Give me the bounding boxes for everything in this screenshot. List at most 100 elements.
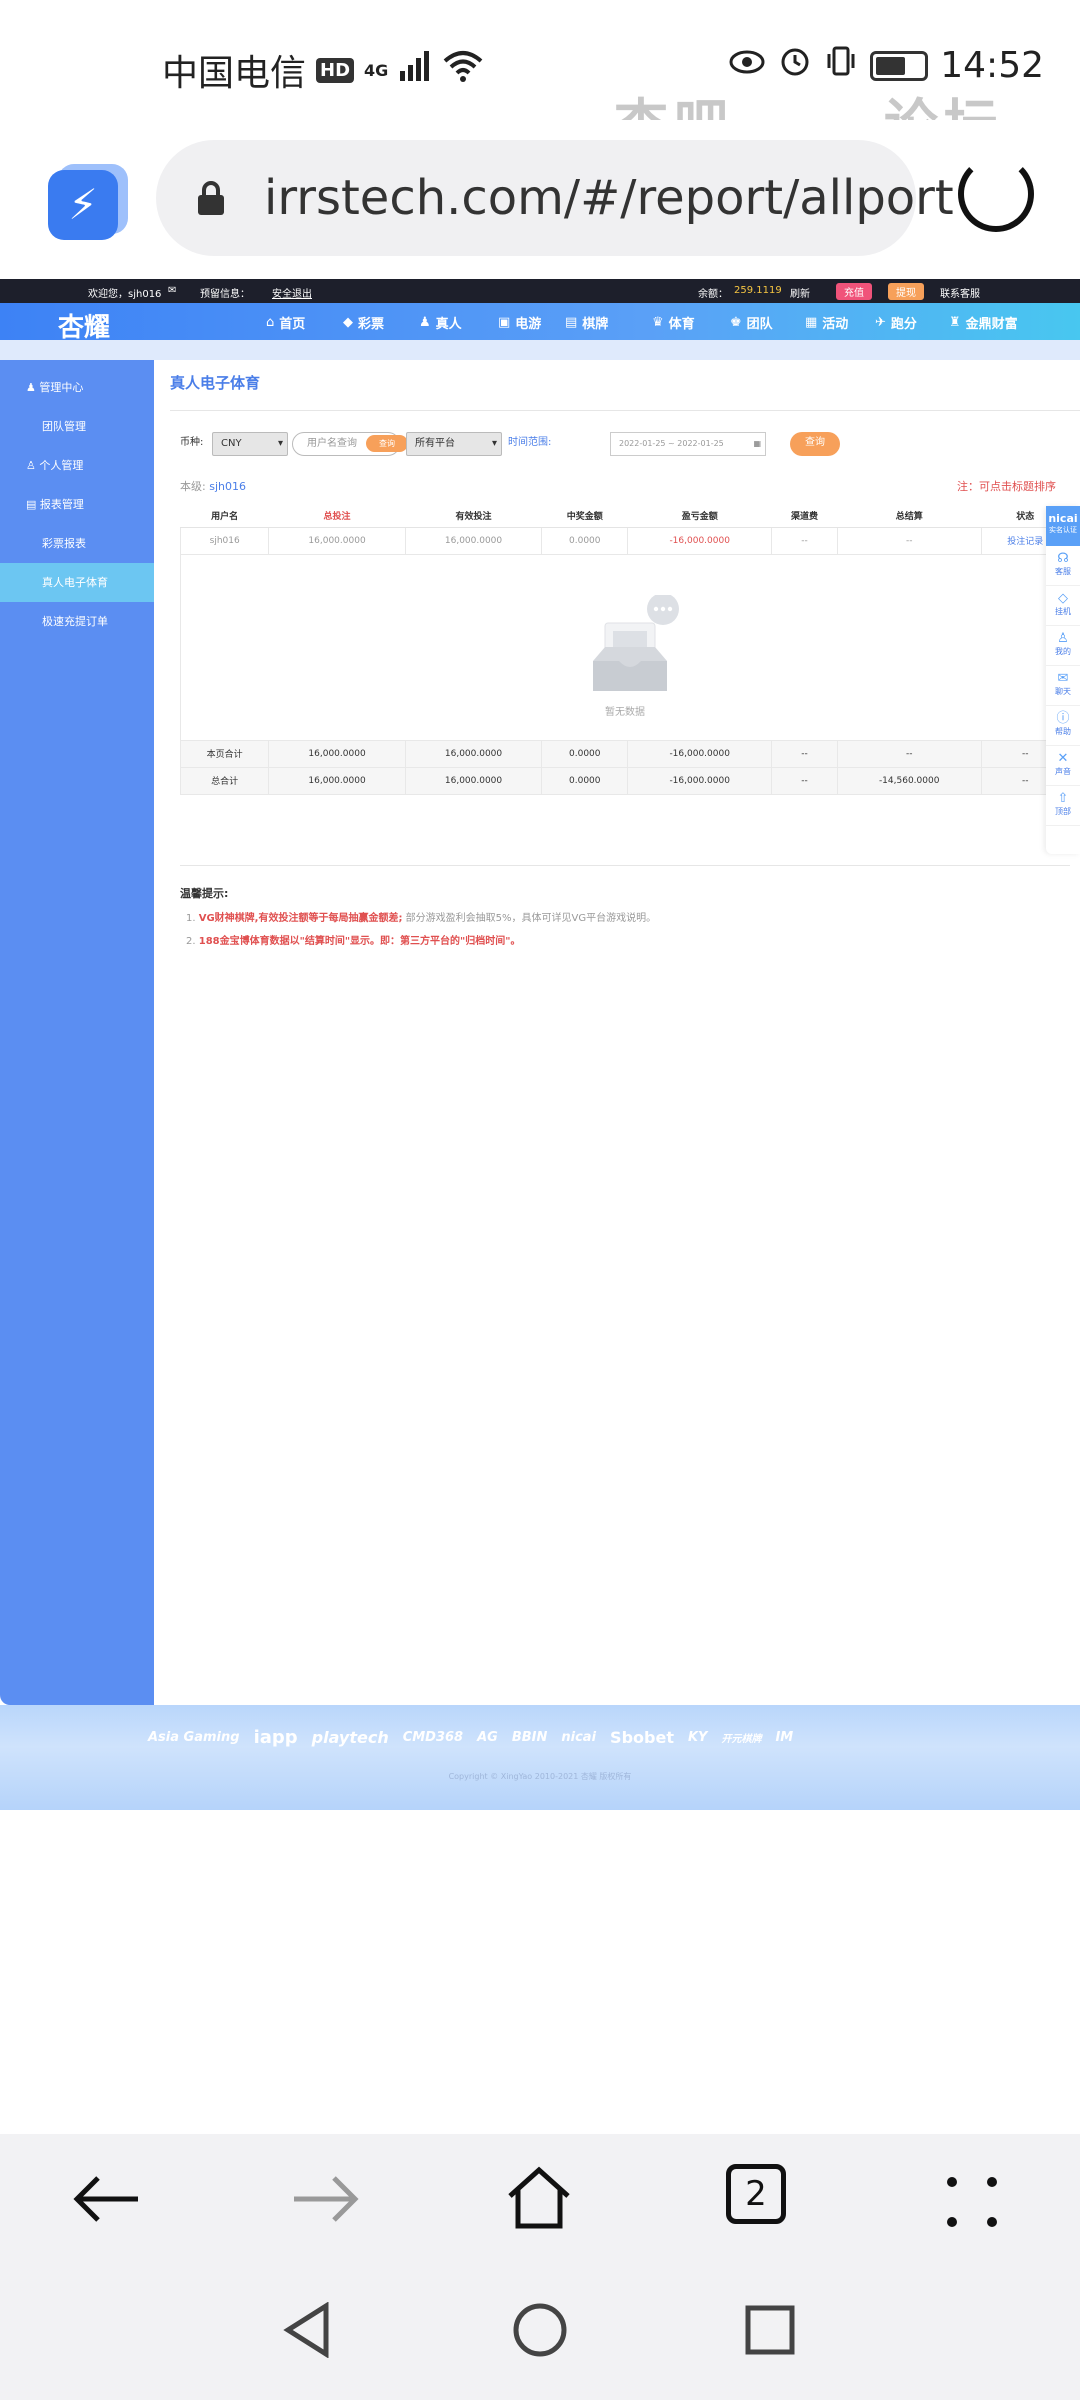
team-icon: ♚ (730, 315, 742, 330)
logo-ky: KY (687, 1730, 708, 1745)
sidebar-item-lottery-report[interactable]: 彩票报表 (0, 524, 154, 563)
chess-icon: ▤ (565, 315, 578, 330)
nav-team[interactable]: ♚ 团队 (730, 313, 773, 332)
browser-url-row: ⚡ irrstech.com/#/report/allport (0, 120, 1080, 280)
menu-dots-icon[interactable] (944, 2174, 1000, 2230)
back-arrow-icon[interactable] (72, 2174, 142, 2224)
sidebar-item-team-management[interactable]: 团队管理 (0, 407, 154, 446)
forward-arrow-icon[interactable] (290, 2174, 360, 2224)
grand-total-row: 总合计 16,000.0000 16,000.0000 0.0000 -16,0… (179, 766, 1071, 795)
url-text[interactable]: irrstech.com/#/report/allport (264, 170, 954, 226)
gift-icon: ▦ (805, 315, 818, 330)
empty-row: 暂无数据 (180, 553, 1070, 741)
table-row: sjh016 16,000.0000 16,000.0000 0.0000 -1… (179, 526, 1071, 555)
col-valid-bet[interactable]: 有效投注 (405, 505, 542, 528)
table-header-row: 用户名 总投注 有效投注 中奖金额 盈亏金额 渠道费 总结算 状态 (180, 505, 1070, 528)
sidebar-item-fast-orders[interactable]: 极速充提订单 (0, 602, 154, 641)
back-triangle-icon[interactable] (282, 2302, 332, 2358)
user-icon: ♙ (26, 459, 36, 472)
nav-sports[interactable]: ♛ 体育 (652, 313, 695, 332)
col-settlement[interactable]: 总结算 (837, 505, 982, 528)
carrier-label: 中国电信 (162, 53, 307, 94)
network-label: 4G (364, 60, 389, 80)
dock-chat-button[interactable]: ✉ 聊天 (1046, 666, 1080, 706)
logo-cmd368: CMD368 (402, 1730, 464, 1745)
logo-nicai: nicai (561, 1730, 597, 1745)
page-title: 真人电子体育 (170, 374, 261, 392)
empty-text: 暂无数据 (605, 706, 645, 718)
user-icon: ♙ (1057, 631, 1069, 646)
sidebar: ♟ 管理中心 团队管理 ♙ 个人管理 ▤ 报表管理 彩票报表 真人电子体育 极速… (0, 360, 154, 1705)
platform-select[interactable]: 所有平台 ▾ (406, 432, 502, 456)
current-user-link[interactable]: sjh016 (209, 480, 246, 493)
sidebar-item-live-esports[interactable]: 真人电子体育 (0, 563, 154, 602)
lightning-icon[interactable]: ⚡ (48, 170, 118, 240)
dock-service-button[interactable]: ☊ 客服 (1046, 546, 1080, 586)
dock-mine-button[interactable]: ♙ 我的 (1046, 626, 1080, 666)
nav-home[interactable]: ⌂ 首页 (266, 313, 305, 332)
nav-wealth[interactable]: ♜ 金鼎财富 (949, 313, 1018, 332)
logo-iapp: iapp (253, 1727, 298, 1748)
logo-bbin: BBIN (511, 1730, 548, 1745)
filter-bar: 币种: CNY ▾ 用户名查询 查询 所有平台 ▾ 时间范围: 2022-01-25… (180, 432, 1060, 456)
mute-icon: ✕ (1057, 751, 1069, 766)
balance-label: 余额： (698, 289, 728, 300)
home-icon[interactable] (506, 2166, 572, 2230)
trophy-icon: ♛ (652, 315, 664, 330)
sidebar-item-report-management[interactable]: ▤ 报表管理 (0, 485, 154, 524)
site-logo[interactable]: 杏耀 (58, 307, 110, 344)
copyright-text: Copyright © XingYao 2010-2021 杏耀 版权所有 (448, 1772, 632, 1781)
currency-select[interactable]: CNY ▾ (212, 432, 288, 456)
status-left: 中国电信 HD 4G (162, 44, 484, 96)
nav-lottery[interactable]: ◆ 彩票 (343, 313, 384, 332)
nav-egame[interactable]: ▣ 电游 (498, 313, 541, 332)
sidebar-item-personal-management[interactable]: ♙ 个人管理 (0, 446, 154, 485)
withdraw-button[interactable]: 提现 (888, 283, 924, 300)
main-content: 真人电子体育 币种: CNY ▾ 用户名查询 查询 所有平台 ▾ 时间范围: 202… (154, 360, 1080, 1705)
dock-sound-button[interactable]: ✕ 声音 (1046, 746, 1080, 786)
dock-hangup-button[interactable]: ◇ 挂机 (1046, 586, 1080, 626)
reload-icon[interactable] (958, 156, 1034, 232)
nav-activity[interactable]: ▦ 活动 (805, 313, 848, 332)
alarm-icon (778, 44, 812, 87)
tabs-count-button[interactable]: 2 (726, 2164, 786, 2224)
home-circle-icon[interactable] (512, 2302, 568, 2358)
dock-verify-button[interactable]: nicai 实名认证 (1046, 506, 1080, 546)
mail-icon[interactable]: ✉ (168, 285, 176, 296)
cell-label: 总合计 (179, 766, 270, 795)
dock-help-button[interactable]: ⓘ 帮助 (1046, 706, 1080, 746)
dock-top-button[interactable]: ⇧ 顶部 (1046, 786, 1080, 826)
search-button[interactable]: 查询 (790, 432, 840, 456)
help-icon: ⓘ (1056, 711, 1070, 726)
tips-section: 温馨提示: 1. VG财神棋牌,有效投注额等于每局抽赢金额差; 部分游戏盈利会抽… (180, 885, 656, 955)
wealth-icon: ♜ (949, 315, 961, 330)
nav-running[interactable]: ✈ 跑分 (875, 313, 917, 332)
refresh-link[interactable]: 刷新 (790, 285, 810, 300)
chevron-down-icon: ▾ (491, 438, 497, 449)
contact-support-link[interactable]: 联系客服 (940, 285, 980, 300)
recents-square-icon[interactable] (744, 2304, 796, 2356)
col-total-bet[interactable]: 总投注 (268, 505, 406, 528)
title-divider (170, 410, 1080, 411)
username-search-button[interactable]: 查询 (366, 435, 408, 452)
plane-icon: ✈ (875, 315, 886, 330)
nav-chess[interactable]: ▤ 棋牌 (565, 313, 608, 332)
date-range-input[interactable]: 2022-01-25 ~ 2022-01-25 ▦ (610, 432, 766, 456)
time-range-label: 时间范围: (508, 437, 552, 448)
vibrate-icon (824, 44, 858, 87)
sidebar-item-management-center[interactable]: ♟ 管理中心 (0, 368, 154, 407)
col-winning[interactable]: 中奖金额 (541, 505, 628, 528)
col-profit-loss[interactable]: 盈亏金额 (627, 505, 772, 528)
address-bar[interactable]: irrstech.com/#/report/allport (156, 140, 954, 256)
cell-label: 本页合计 (179, 739, 270, 768)
right-dock: nicai 实名认证 ☊ 客服 ◇ 挂机 ♙ 我的 ✉ 聊天 ⓘ 帮助 ✕ 声音 ⇧ 顶部 (1046, 506, 1080, 854)
arrow-up-icon: ⇧ (1057, 791, 1069, 806)
recharge-button[interactable]: 充值 (836, 283, 872, 300)
col-username[interactable]: 用户名 (180, 505, 269, 528)
logout-link[interactable]: 安全退出 (272, 285, 312, 300)
col-channel-fee[interactable]: 渠道费 (771, 505, 838, 528)
nav-live[interactable]: ♟ 真人 (419, 313, 462, 332)
tip-line-2: 2. 188金宝博体育数据以"结算时间"显示。即：第三方平台的"归档时间"。 (186, 936, 521, 947)
diamond-icon: ◇ (1058, 591, 1068, 606)
nav-subband (0, 340, 1080, 360)
